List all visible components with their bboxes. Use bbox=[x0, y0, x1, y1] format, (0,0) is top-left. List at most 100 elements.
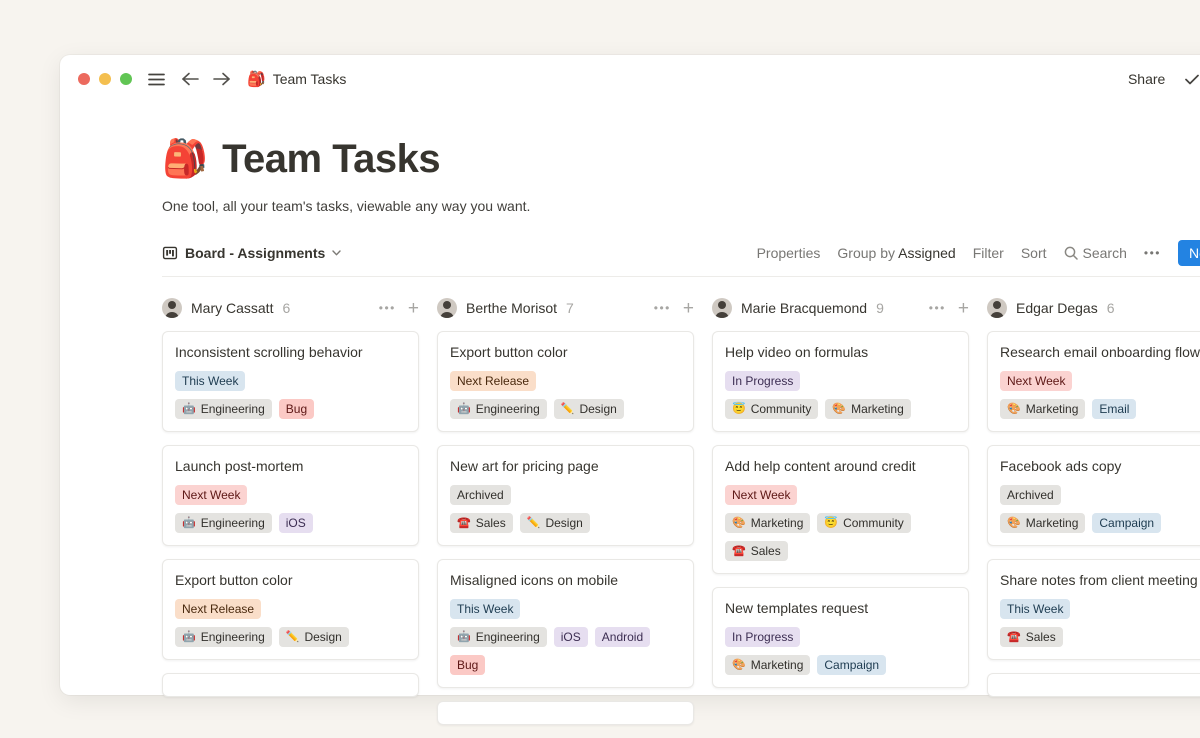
telephone-icon: ☎️ bbox=[457, 515, 471, 531]
card-title: Export button color bbox=[175, 570, 406, 590]
task-card[interactable]: Export button color Next Release 🤖Engine… bbox=[162, 559, 419, 660]
card-tags: ☎️Sales bbox=[1000, 627, 1200, 647]
pencil-icon: ✏️ bbox=[561, 401, 575, 417]
card-tags: 🤖Engineering Bug bbox=[175, 399, 406, 419]
task-card[interactable]: Export button color Next Release 🤖Engine… bbox=[437, 331, 694, 432]
column-more-icon[interactable]: ••• bbox=[929, 301, 946, 315]
group-by-button[interactable]: Group by Assigned bbox=[837, 245, 955, 261]
column-count: 7 bbox=[566, 300, 574, 316]
tag-pill: Campaign bbox=[817, 655, 886, 675]
tag-pill: ✏️Design bbox=[279, 627, 349, 647]
view-switcher-label: Board - Assignments bbox=[185, 245, 325, 261]
board-column: Berthe Morisot 7 ••• + Export button col… bbox=[437, 297, 694, 738]
task-card[interactable]: New art for pricing page Archived ☎️Sale… bbox=[437, 445, 694, 546]
share-button[interactable]: Share bbox=[1128, 71, 1165, 87]
properties-button[interactable]: Properties bbox=[757, 245, 821, 261]
app-window: 🎒 Team Tasks Share Upd 🎒 Team Tasks One … bbox=[60, 55, 1200, 695]
tag-pill: ☎️Sales bbox=[725, 541, 788, 561]
close-window-button[interactable] bbox=[78, 73, 90, 85]
card-tags: 🤖Engineering✏️Design bbox=[450, 399, 681, 419]
tag-pill: 🤖Engineering bbox=[175, 513, 272, 533]
tag-pill: Email bbox=[1092, 399, 1136, 419]
titlebar: 🎒 Team Tasks Share Upd bbox=[60, 55, 1200, 103]
column-add-card-icon[interactable]: + bbox=[683, 299, 694, 318]
column-more-icon[interactable]: ••• bbox=[654, 301, 671, 315]
more-options-icon[interactable]: ••• bbox=[1144, 246, 1161, 260]
tag-pill: 🤖Engineering bbox=[175, 627, 272, 647]
card-title: New art for pricing page bbox=[450, 456, 681, 476]
status-badge: Archived bbox=[450, 485, 511, 505]
column-name: Edgar Degas bbox=[1016, 300, 1098, 316]
card-title: New templates request bbox=[725, 598, 956, 618]
status-badge: This Week bbox=[450, 599, 520, 619]
card-tags: 😇Community 🎨Marketing bbox=[725, 399, 956, 419]
tag-pill: ☎️Sales bbox=[1000, 627, 1063, 647]
task-card[interactable] bbox=[162, 673, 419, 697]
column-cards: Help video on formulas In Progress 😇Comm… bbox=[712, 331, 969, 688]
status-badge: In Progress bbox=[725, 627, 800, 647]
palette-icon: 🎨 bbox=[832, 401, 846, 417]
view-switcher[interactable]: Board - Assignments bbox=[162, 245, 341, 261]
task-card[interactable]: New templates request In Progress 🎨Marke… bbox=[712, 587, 969, 688]
task-card[interactable]: Launch post-mortem Next Week 🤖Engineerin… bbox=[162, 445, 419, 546]
page-title: Team Tasks bbox=[222, 137, 440, 182]
task-card[interactable] bbox=[987, 673, 1200, 697]
tag-pill: Campaign bbox=[1092, 513, 1161, 533]
minimize-window-button[interactable] bbox=[99, 73, 111, 85]
card-title: Help video on formulas bbox=[725, 342, 956, 362]
status-badge: Next Week bbox=[725, 485, 797, 505]
card-tags: 🤖Engineering iOS bbox=[175, 513, 406, 533]
column-cards: Inconsistent scrolling behavior This Wee… bbox=[162, 331, 419, 697]
column-add-card-icon[interactable]: + bbox=[958, 299, 969, 318]
tag-pill: iOS bbox=[554, 627, 588, 647]
task-card[interactable] bbox=[437, 701, 694, 725]
menu-icon[interactable] bbox=[148, 73, 165, 86]
tag-pill: 😇Community bbox=[725, 399, 818, 419]
pencil-icon: ✏️ bbox=[286, 629, 300, 645]
telephone-icon: ☎️ bbox=[1007, 629, 1021, 645]
status-badge: In Progress bbox=[725, 371, 800, 391]
tag-pill: 🎨Marketing bbox=[825, 399, 910, 419]
board-column: Marie Bracquemond 9 ••• + Help video on … bbox=[712, 297, 969, 738]
tag-pill: Bug bbox=[279, 399, 314, 419]
column-count: 9 bbox=[876, 300, 884, 316]
forward-arrow-icon[interactable] bbox=[213, 72, 231, 86]
column-count: 6 bbox=[282, 300, 290, 316]
back-arrow-icon[interactable] bbox=[181, 72, 199, 86]
task-card[interactable]: Facebook ads copy Archived 🎨MarketingCam… bbox=[987, 445, 1200, 546]
status-badge: Archived bbox=[1000, 485, 1061, 505]
column-more-icon[interactable]: ••• bbox=[379, 301, 396, 315]
robot-icon: 🤖 bbox=[182, 515, 196, 531]
column-name: Marie Bracquemond bbox=[741, 300, 867, 316]
task-card[interactable]: Add help content around credit Next Week… bbox=[712, 445, 969, 574]
task-card[interactable]: Misaligned icons on mobile This Week 🤖En… bbox=[437, 559, 694, 688]
search-button[interactable]: Search bbox=[1064, 245, 1127, 261]
status-badge: Next Week bbox=[175, 485, 247, 505]
column-header: Mary Cassatt 6 ••• + bbox=[162, 297, 419, 319]
tag-pill: 🤖Engineering bbox=[175, 399, 272, 419]
new-button[interactable]: New bbox=[1178, 240, 1200, 266]
card-tags: 🤖Engineering ✏️Design bbox=[175, 627, 406, 647]
task-card[interactable]: Inconsistent scrolling behavior This Wee… bbox=[162, 331, 419, 432]
card-tags: 🎨MarketingCampaign bbox=[725, 655, 956, 675]
card-title: Export button color bbox=[450, 342, 681, 362]
status-badge: This Week bbox=[1000, 599, 1070, 619]
task-card[interactable]: Help video on formulas In Progress 😇Comm… bbox=[712, 331, 969, 432]
card-tags: 🎨MarketingEmail bbox=[1000, 399, 1200, 419]
tag-pill: iOS bbox=[279, 513, 313, 533]
breadcrumb[interactable]: 🎒 Team Tasks bbox=[247, 70, 346, 88]
column-count: 6 bbox=[1107, 300, 1115, 316]
task-card[interactable]: Research email onboarding flows Next Wee… bbox=[987, 331, 1200, 432]
sort-button[interactable]: Sort bbox=[1021, 245, 1047, 261]
card-title: Facebook ads copy bbox=[1000, 456, 1200, 476]
tag-pill: ✏️Design bbox=[520, 513, 590, 533]
updates-button[interactable]: Upd bbox=[1185, 71, 1200, 87]
column-add-card-icon[interactable]: + bbox=[408, 299, 419, 318]
tag-pill: ☎️Sales bbox=[450, 513, 513, 533]
kanban-board: Mary Cassatt 6 ••• + Inconsistent scroll… bbox=[162, 297, 1200, 738]
chevron-down-icon bbox=[332, 250, 341, 256]
task-card[interactable]: Share notes from client meeting This Wee… bbox=[987, 559, 1200, 660]
palette-icon: 🎨 bbox=[732, 657, 746, 673]
filter-button[interactable]: Filter bbox=[973, 245, 1004, 261]
maximize-window-button[interactable] bbox=[120, 73, 132, 85]
